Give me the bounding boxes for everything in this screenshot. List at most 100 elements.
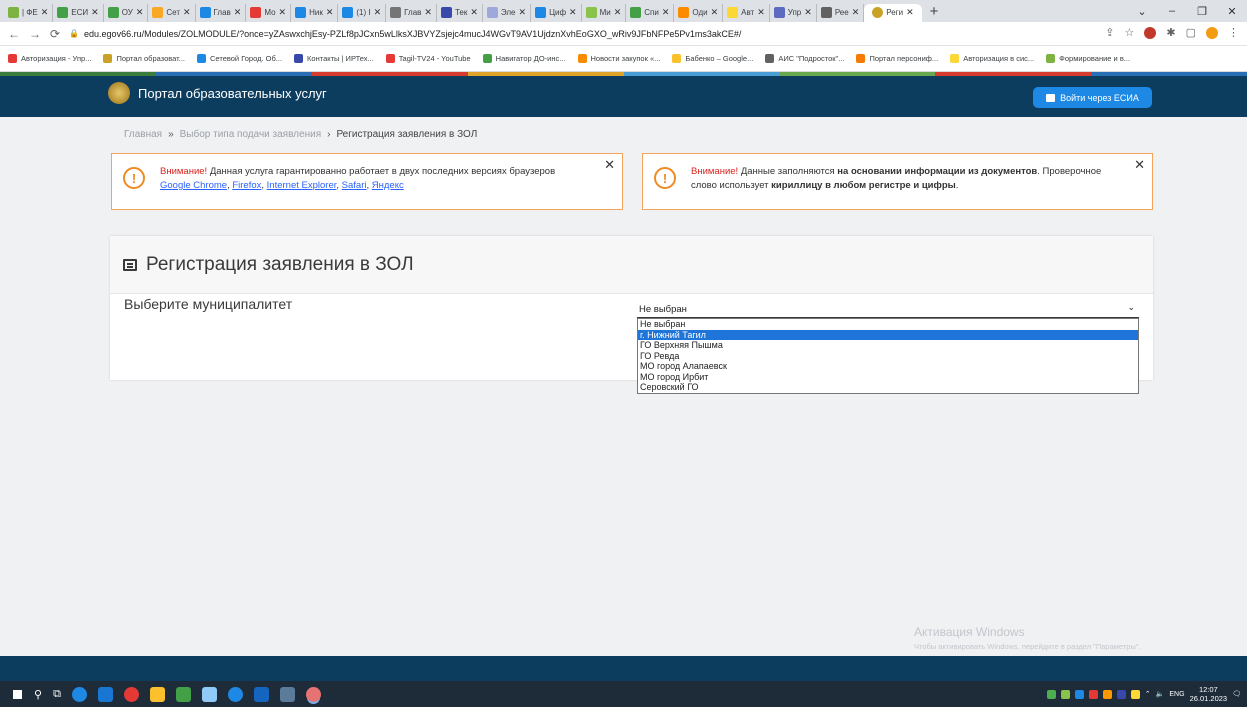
browser-link[interactable]: Яндекс bbox=[372, 180, 404, 191]
minimize-button[interactable]: – bbox=[1157, 5, 1187, 17]
chrome-icon[interactable] bbox=[305, 686, 321, 702]
forward-arrow-icon[interactable]: → bbox=[29, 27, 41, 41]
browser-tab[interactable]: Глав ✕ bbox=[386, 3, 437, 22]
word-icon[interactable] bbox=[253, 686, 269, 702]
tab-close-icon[interactable]: ✕ bbox=[470, 7, 478, 18]
browser-tab[interactable]: Тек ✕ bbox=[437, 3, 483, 22]
tab-close-icon[interactable]: ✕ bbox=[234, 7, 242, 18]
tray-app-icon[interactable] bbox=[1130, 689, 1140, 699]
dropdown-option[interactable]: ГО Ревда bbox=[638, 351, 1138, 362]
browser-tab[interactable]: Эле ✕ bbox=[483, 3, 532, 22]
bookmark-item[interactable]: Новости закупок «... bbox=[577, 54, 660, 63]
tab-close-icon[interactable]: ✕ bbox=[136, 7, 144, 18]
tab-close-icon[interactable]: ✕ bbox=[183, 7, 191, 18]
municipality-select[interactable]: Не выбран ⌄ bbox=[637, 301, 1139, 318]
tab-search-chevron-icon[interactable]: ⌄ bbox=[1127, 5, 1157, 18]
site-brand[interactable]: Портал образовательных услуг bbox=[108, 82, 327, 104]
browser-tab[interactable]: Мо ✕ bbox=[246, 3, 292, 22]
menu-kebab-icon[interactable]: ⋮ bbox=[1228, 26, 1239, 39]
bookmark-item[interactable]: Авторизация в сис... bbox=[950, 54, 1034, 63]
bookmark-item[interactable]: Контакты | ИРТех... bbox=[294, 54, 374, 63]
tab-close-icon[interactable]: ✕ bbox=[906, 7, 914, 18]
bookmark-item[interactable]: Сетевой Город. Об... bbox=[197, 54, 282, 63]
bookmark-item[interactable]: Формирование и в... bbox=[1046, 54, 1130, 63]
tab-close-icon[interactable]: ✕ bbox=[804, 7, 812, 18]
dropdown-option[interactable]: ГО Верхняя Пышма bbox=[638, 340, 1138, 351]
browser-link[interactable]: Internet Explorer bbox=[267, 180, 337, 191]
tab-close-icon[interactable]: ✕ bbox=[374, 7, 382, 18]
search-icon[interactable]: ⚲ bbox=[34, 688, 42, 701]
browser-tab[interactable]: Ми ✕ bbox=[582, 3, 627, 22]
extension-icon[interactable] bbox=[1144, 26, 1157, 39]
browser-link[interactable]: Safari bbox=[342, 180, 367, 191]
bookmark-item[interactable]: Tagil-TV24 - YouTube bbox=[385, 54, 471, 63]
browser-link[interactable]: Firefox bbox=[232, 180, 261, 191]
browser-tab[interactable]: Глав ✕ bbox=[196, 3, 247, 22]
side-panel-icon[interactable]: ▢ bbox=[1186, 26, 1196, 39]
bookmark-item[interactable]: Портал образоват... bbox=[103, 54, 185, 63]
skype-icon[interactable] bbox=[71, 686, 87, 702]
bookmark-item[interactable]: Авторизация - Упр... bbox=[8, 54, 91, 63]
photos-icon[interactable] bbox=[175, 686, 191, 702]
opera-icon[interactable] bbox=[123, 686, 139, 702]
tab-close-icon[interactable]: ✕ bbox=[757, 7, 765, 18]
notification-icon[interactable]: 🗨 bbox=[1232, 690, 1241, 698]
tab-close-icon[interactable]: ✕ bbox=[614, 7, 622, 18]
tab-close-icon[interactable]: ✕ bbox=[711, 7, 719, 18]
dropdown-option[interactable]: Не выбран bbox=[638, 319, 1138, 330]
browser-tab[interactable]: (1) I ✕ bbox=[338, 3, 387, 22]
dropdown-option[interactable]: МО город Ирбит bbox=[638, 372, 1138, 383]
dropdown-option[interactable]: г. Нижний Тагил bbox=[638, 329, 1138, 340]
windows-start-icon[interactable] bbox=[12, 688, 23, 700]
browser-tab[interactable]: ЕСИ ✕ bbox=[53, 3, 104, 22]
paint-icon[interactable] bbox=[201, 686, 217, 702]
reload-icon[interactable]: ⟳ bbox=[50, 27, 60, 41]
clock[interactable]: 12:07 26.01.2023 bbox=[1190, 685, 1228, 703]
volume-icon[interactable]: 🔈 bbox=[1156, 690, 1165, 698]
browser-tab[interactable]: Циф ✕ bbox=[531, 3, 582, 22]
tray-app-icon[interactable] bbox=[1088, 689, 1098, 699]
bookmark-item[interactable]: Бабенко – Google... bbox=[672, 54, 753, 63]
browser-link[interactable]: Google Chrome bbox=[160, 180, 227, 191]
url-field[interactable]: 🔒 edu.egov66.ru/Modules/ZOLMODULE/?once=… bbox=[69, 29, 741, 39]
esia-login-button[interactable]: Войти через ЕСИА bbox=[1033, 87, 1152, 108]
messenger-icon[interactable] bbox=[227, 686, 243, 702]
browser-tab[interactable]: Авт ✕ bbox=[723, 3, 770, 22]
language-indicator[interactable]: ENG bbox=[1169, 691, 1184, 698]
bookmark-item[interactable]: АИС "Подросток"... bbox=[765, 54, 844, 63]
tray-app-icon[interactable] bbox=[1060, 689, 1070, 699]
new-tab-button[interactable]: + bbox=[922, 3, 947, 20]
edge-icon[interactable] bbox=[97, 686, 113, 702]
tray-app-icon[interactable] bbox=[1102, 689, 1112, 699]
close-icon[interactable]: ✕ bbox=[604, 157, 615, 173]
browser-tab[interactable]: ОУ ✕ bbox=[104, 3, 149, 22]
tray-app-icon[interactable] bbox=[1046, 689, 1056, 699]
tab-close-icon[interactable]: ✕ bbox=[852, 7, 860, 18]
tab-close-icon[interactable]: ✕ bbox=[41, 7, 49, 18]
extensions-puzzle-icon[interactable]: ✱ bbox=[1166, 26, 1175, 39]
breadcrumb-step[interactable]: Выбор типа подачи заявления bbox=[180, 129, 321, 140]
browser-tab[interactable]: Рее ✕ bbox=[817, 3, 865, 22]
browser-tab[interactable]: Спи ✕ bbox=[626, 3, 675, 22]
task-view-icon[interactable]: ⧉ bbox=[53, 688, 61, 701]
breadcrumb-home[interactable]: Главная bbox=[124, 129, 162, 140]
tab-close-icon[interactable]: ✕ bbox=[326, 7, 334, 18]
close-window-button[interactable]: ✕ bbox=[1217, 5, 1247, 18]
browser-tab[interactable]: Ник ✕ bbox=[291, 3, 339, 22]
dropdown-option[interactable]: МО город Алапаевск bbox=[638, 361, 1138, 372]
tab-close-icon[interactable]: ✕ bbox=[569, 7, 577, 18]
tray-app-icon[interactable] bbox=[1116, 689, 1126, 699]
browser-tab[interactable]: Упр ✕ bbox=[770, 3, 817, 22]
bookmark-star-icon[interactable]: ☆ bbox=[1125, 26, 1135, 39]
file-explorer-icon[interactable] bbox=[279, 686, 295, 702]
browser-tab[interactable]: Оди ✕ bbox=[674, 3, 724, 22]
tab-close-icon[interactable]: ✕ bbox=[424, 7, 432, 18]
tab-close-icon[interactable]: ✕ bbox=[662, 7, 670, 18]
browser-tab-active[interactable]: Реги ✕ bbox=[864, 3, 922, 22]
browser-tab[interactable]: | ФЕ ✕ bbox=[4, 3, 54, 22]
back-arrow-icon[interactable]: ← bbox=[8, 27, 20, 41]
tab-close-icon[interactable]: ✕ bbox=[519, 7, 527, 18]
share-icon[interactable]: ⇪ bbox=[1105, 26, 1114, 39]
tray-app-icon[interactable] bbox=[1074, 689, 1084, 699]
close-icon[interactable]: ✕ bbox=[1134, 157, 1145, 173]
